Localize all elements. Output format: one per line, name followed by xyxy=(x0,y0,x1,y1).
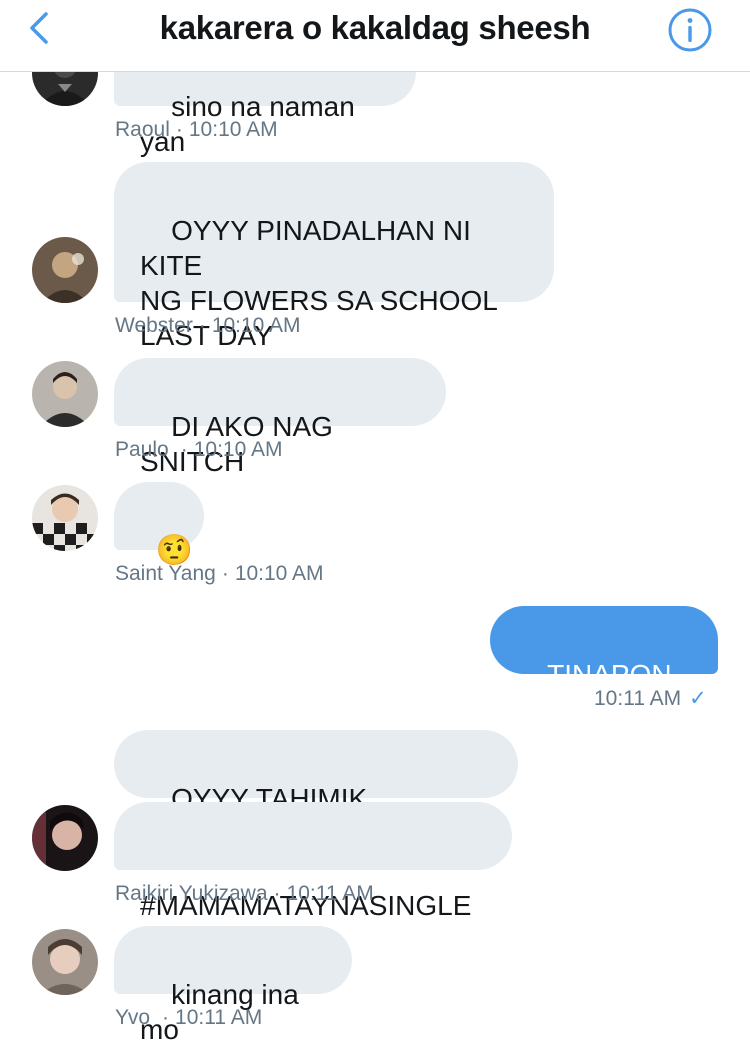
avatar-webster[interactable] xyxy=(32,237,98,303)
meta-separator: · xyxy=(221,562,229,585)
timestamp: 10:10 AM xyxy=(211,314,301,337)
avatar-paulo[interactable] xyxy=(32,361,98,427)
message-bubble[interactable]: OYYY TAHIMIK @yvoyoon xyxy=(114,730,518,849)
message-meta: Raoul · 10:10 AM xyxy=(115,117,278,143)
message-meta: Paulo · 10:10 AM xyxy=(115,437,282,463)
avatar-image xyxy=(32,361,98,427)
conversation-title: kakarera o kakaldag sheesh xyxy=(159,9,591,46)
message-meta: Yvo · 10:11 AM xyxy=(115,1005,262,1031)
message-meta: Saint Yang · 10:10 AM xyxy=(115,561,324,587)
avatar-raikiri[interactable] xyxy=(32,805,98,871)
sender-name: Saint Yang xyxy=(115,562,216,585)
info-icon xyxy=(668,8,712,52)
avatar-yvo[interactable] xyxy=(32,929,98,995)
avatar-image xyxy=(32,237,98,303)
timestamp: 10:11 AM xyxy=(594,687,682,710)
avatar-saint-yang[interactable] xyxy=(32,485,98,551)
message-bubble[interactable]: #MAMAMATAYNASINGLE xyxy=(114,802,512,921)
message-meta: Raikiri Yukizawa · 10:11 AM xyxy=(115,881,374,907)
meta-separator: · xyxy=(175,118,183,141)
sender-name: Yvo xyxy=(115,1006,151,1029)
message-bubble[interactable]: 🤨 xyxy=(114,482,204,567)
sender-name: Webster xyxy=(115,314,193,337)
sender-name: Raoul xyxy=(115,118,170,141)
message-meta: Webster · 10:10 AM xyxy=(115,313,301,339)
conversation-header: kakarera o kakaldag sheesh xyxy=(0,0,750,72)
message-meta: 10:11 AM ✓ xyxy=(594,686,707,712)
meta-separator: · xyxy=(273,882,281,905)
conversation-view: sino na naman yan Raoul · 10:10 AM OYYY PI… xyxy=(0,0,750,1053)
avatar-image xyxy=(32,929,98,995)
avatar-image xyxy=(32,805,98,871)
outgoing-message-bubble[interactable]: TINAPON KO xyxy=(490,606,718,725)
info-button[interactable] xyxy=(667,7,713,53)
message-bubble[interactable]: OYYY PINADALHAN NI KITE NG FLOWERS SA SC… xyxy=(114,162,554,351)
sender-name: Paulo xyxy=(115,438,169,461)
message-bubble[interactable]: kinang ina mo xyxy=(114,926,352,1045)
timestamp: 10:11 AM xyxy=(286,882,374,905)
message-bubble[interactable]: DI AKO NAG SNITCH xyxy=(114,358,446,477)
avatar-image xyxy=(32,485,98,551)
timestamp: 10:10 AM xyxy=(234,562,324,585)
read-check-icon: ✓ xyxy=(689,687,707,710)
meta-separator: · xyxy=(162,1006,170,1029)
sender-name: Raikiri Yukizawa xyxy=(115,882,268,905)
meta-separator: · xyxy=(180,438,188,461)
meta-separator: · xyxy=(198,314,206,337)
timestamp: 10:10 AM xyxy=(193,438,283,461)
timestamp: 10:10 AM xyxy=(188,118,278,141)
timestamp: 10:11 AM xyxy=(175,1006,263,1029)
